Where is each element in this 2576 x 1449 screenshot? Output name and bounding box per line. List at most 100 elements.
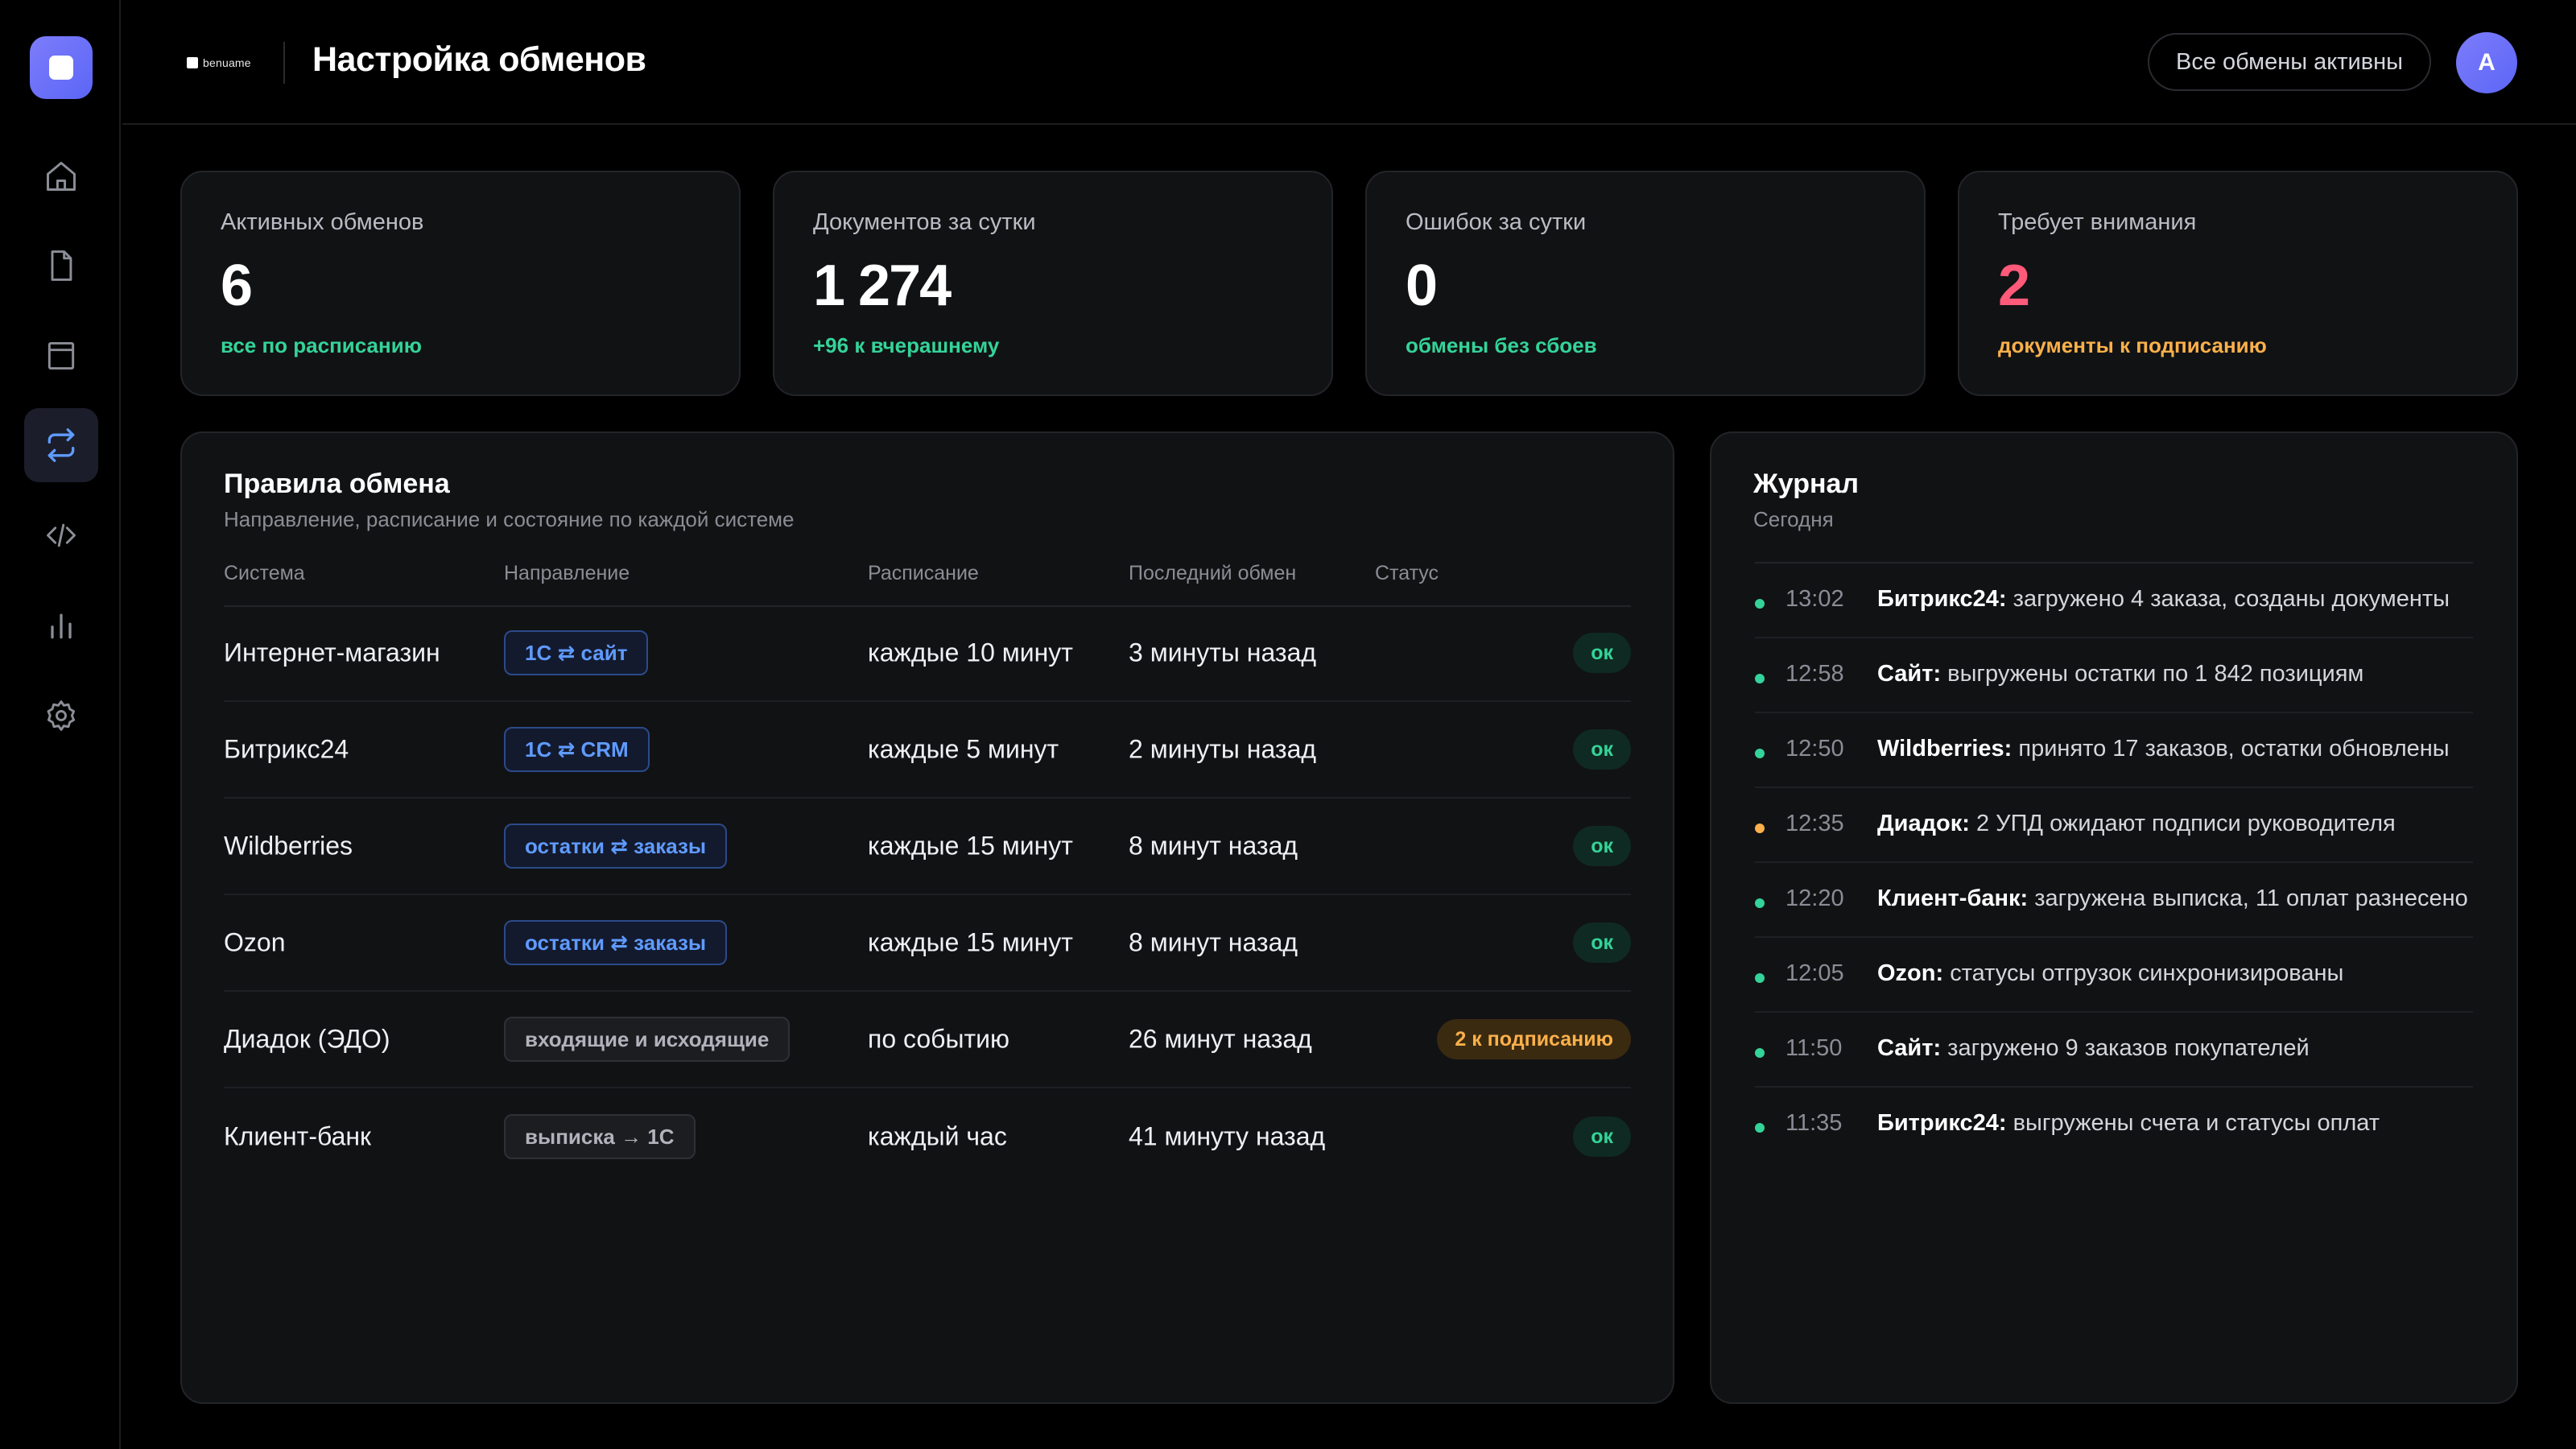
entry-source: Ozon: xyxy=(1877,960,1944,986)
entry-source: Wildberries: xyxy=(1877,736,2013,762)
brand-mark-icon xyxy=(187,57,198,68)
sidebar-item-window[interactable] xyxy=(24,319,98,393)
stat-value: 1 274 xyxy=(813,254,952,318)
entry-message: загружена выписка, 11 оплат разнесено xyxy=(2028,886,2468,911)
table-row[interactable]: Интернет-магазин 1С ⇄ сайт каждые 10 мин… xyxy=(224,605,1631,702)
journal-entry: 12:50 Wildberries: принято 17 заказов, о… xyxy=(1755,713,2473,788)
table-row[interactable]: Wildberries остатки ⇄ заказы каждые 15 м… xyxy=(224,799,1631,895)
status-badge: ок xyxy=(1573,729,1631,770)
entry-text: Клиент-банк: загружена выписка, 11 оплат… xyxy=(1877,886,2468,912)
status-dot-icon xyxy=(1755,824,1765,833)
journal-entry: 12:05 Ozon: статусы отгрузок синхронизир… xyxy=(1755,938,2473,1013)
exchange-status-pill[interactable]: Все обмены активны xyxy=(2148,33,2431,91)
entry-source: Диадок: xyxy=(1877,811,1970,836)
entry-message: принято 17 заказов, остатки обновлены xyxy=(2012,736,2450,762)
entry-time: 12:50 xyxy=(1785,736,1844,762)
stat-label: Ошибок за сутки xyxy=(1406,209,1587,235)
journal-entry: 11:50 Сайт: загружено 9 заказов покупате… xyxy=(1755,1013,2473,1088)
status-dot-icon xyxy=(1755,1123,1765,1133)
column-header-last-exchange[interactable]: Последний обмен xyxy=(1129,562,1296,585)
entry-text: Ozon: статусы отгрузок синхронизированы xyxy=(1877,960,2343,987)
table-row[interactable]: Битрикс24 1С ⇄ CRM каждые 5 минут 2 мину… xyxy=(224,702,1631,799)
sidebar-item-code[interactable] xyxy=(24,498,98,572)
sidebar-item-exchanges[interactable] xyxy=(24,408,98,482)
home-icon xyxy=(47,162,76,191)
cell-system: Ozon xyxy=(224,927,286,957)
stat-value: 2 xyxy=(1998,254,2030,318)
cell-last-exchange: 2 минуты назад xyxy=(1129,734,1317,764)
stat-card-attention: Требует внимания 2 документы к подписани… xyxy=(1958,171,2518,396)
document-icon xyxy=(51,250,72,281)
page-title: Настройка обменов xyxy=(312,40,646,79)
cell-schedule: каждые 15 минут xyxy=(868,927,1073,957)
status-dot-icon xyxy=(1755,973,1765,983)
stat-note: документы к подписанию xyxy=(1998,333,2267,357)
journal-list: 13:02 Битрикс24: загружено 4 заказа, соз… xyxy=(1755,562,2473,1162)
cell-system: Битрикс24 xyxy=(224,734,349,764)
column-header-direction[interactable]: Направление xyxy=(504,562,630,585)
stat-value: 0 xyxy=(1406,254,1438,318)
app-logo[interactable] xyxy=(30,36,93,99)
stat-label: Активных обменов xyxy=(221,209,424,235)
entry-source: Клиент-банк: xyxy=(1877,886,2029,911)
cell-last-exchange: 26 минут назад xyxy=(1129,1024,1312,1054)
avatar[interactable]: A xyxy=(2456,32,2517,93)
stat-note: обмены без сбоев xyxy=(1406,333,1597,357)
direction-tag: выписка → 1С xyxy=(504,1114,696,1159)
panel-subtitle: Сегодня xyxy=(1753,507,1834,531)
cell-system: Диадок (ЭДО) xyxy=(224,1024,390,1054)
column-header-system[interactable]: Система xyxy=(224,562,305,585)
sidebar-item-documents[interactable] xyxy=(24,229,98,303)
entry-message: статусы отгрузок синхронизированы xyxy=(1943,960,2344,986)
status-dot-icon xyxy=(1755,749,1765,758)
entry-message: выгружены счета и статусы оплат xyxy=(2006,1110,2380,1136)
gear-icon xyxy=(47,700,76,731)
journal-entry: 12:20 Клиент-банк: загружена выписка, 11… xyxy=(1755,863,2473,938)
stat-label: Документов за сутки xyxy=(813,209,1036,235)
brand-name: benuame xyxy=(203,56,251,69)
cell-system: Интернет-магазин xyxy=(224,638,440,667)
cell-last-exchange: 41 минуту назад xyxy=(1129,1121,1326,1151)
status-badge: ок xyxy=(1573,923,1631,963)
direction-tag: 1С ⇄ сайт xyxy=(504,630,649,675)
sidebar-item-home[interactable] xyxy=(24,139,98,213)
entry-message: выгружены остатки по 1 842 позициям xyxy=(1941,661,2364,687)
cell-system: Wildberries xyxy=(224,831,353,861)
code-icon xyxy=(47,523,76,547)
entry-text: Битрикс24: загружено 4 заказа, созданы д… xyxy=(1877,586,2450,613)
journal-entry: 13:02 Битрикс24: загружено 4 заказа, соз… xyxy=(1755,564,2473,638)
exchange-rules-panel: Правила обмена Направление, расписание и… xyxy=(180,431,1674,1404)
journal-entry: 12:35 Диадок: 2 УПД ожидают подписи руко… xyxy=(1755,788,2473,863)
column-header-schedule[interactable]: Расписание xyxy=(868,562,979,585)
entry-time: 11:50 xyxy=(1785,1035,1843,1061)
stat-label: Требует внимания xyxy=(1998,209,2197,235)
entry-source: Битрикс24: xyxy=(1877,1110,2007,1136)
table-row[interactable]: Диадок (ЭДО) входящие и исходящие по соб… xyxy=(224,992,1631,1088)
stat-note: все по расписанию xyxy=(221,333,422,357)
entry-time: 13:02 xyxy=(1785,586,1844,612)
sidebar-item-analytics[interactable] xyxy=(24,588,98,663)
journal-entry: 12:58 Сайт: выгружены остатки по 1 842 п… xyxy=(1755,638,2473,713)
entry-text: Wildberries: принято 17 заказов, остатки… xyxy=(1877,736,2450,762)
cell-system: Клиент-банк xyxy=(224,1121,372,1151)
status-badge: ок xyxy=(1573,1117,1631,1157)
sidebar-item-settings[interactable] xyxy=(24,679,98,753)
entry-message: 2 УПД ожидают подписи руководителя xyxy=(1969,811,2396,836)
panel-title: Журнал xyxy=(1753,469,1860,499)
direction-tag: остатки ⇄ заказы xyxy=(504,824,728,869)
table-header: Система Направление Расписание Последний… xyxy=(224,562,1631,607)
panel-subtitle: Направление, расписание и состояние по к… xyxy=(224,507,795,531)
table-row[interactable]: Ozon остатки ⇄ заказы каждые 15 минут 8 … xyxy=(224,895,1631,992)
direction-tag: 1С ⇄ CRM xyxy=(504,727,650,772)
cell-schedule: каждые 15 минут xyxy=(868,831,1073,861)
table-row[interactable]: Клиент-банк выписка → 1С каждый час 41 м… xyxy=(224,1088,1631,1185)
entry-text: Сайт: загружено 9 заказов покупателей xyxy=(1877,1035,2310,1062)
stat-card-errors: Ошибок за сутки 0 обмены без сбоев xyxy=(1365,171,1926,396)
column-header-status[interactable]: Статус xyxy=(1375,562,1439,585)
cell-last-exchange: 3 минуты назад xyxy=(1129,638,1317,667)
stat-value: 6 xyxy=(221,254,253,318)
status-dot-icon xyxy=(1755,599,1765,609)
cell-schedule: каждые 10 минут xyxy=(868,638,1073,667)
entry-message: загружено 4 заказа, созданы документы xyxy=(2006,586,2450,612)
journal-entry: 11:35 Битрикс24: выгружены счета и стату… xyxy=(1755,1088,2473,1162)
